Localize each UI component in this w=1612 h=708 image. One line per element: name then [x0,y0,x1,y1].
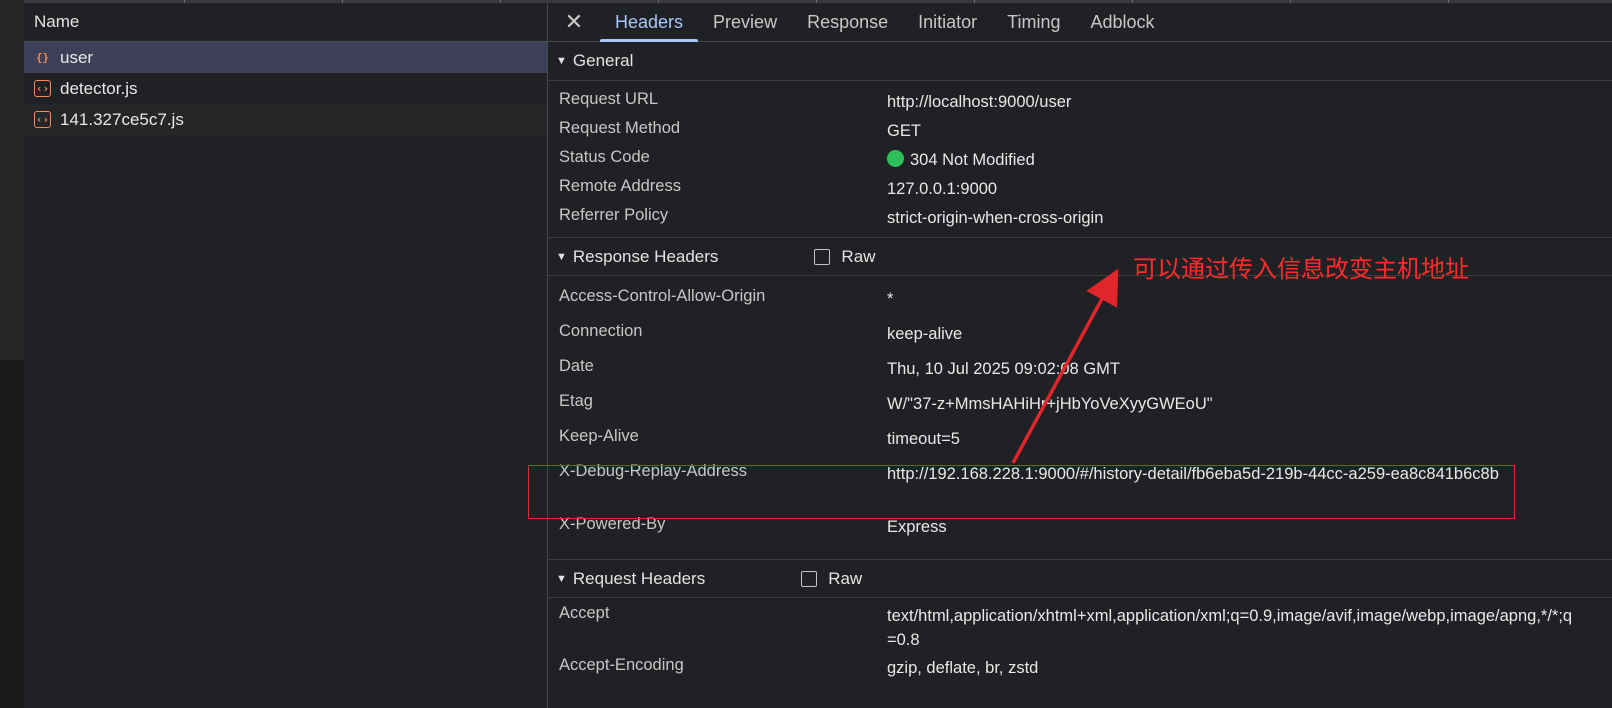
header-key: Accept-Encoding [559,656,684,674]
tab-headers[interactable]: Headers [600,3,699,42]
tab-adblock[interactable]: Adblock [1076,3,1170,41]
details-tabbar: ✕ Headers Preview Response Initiator Tim… [548,3,1612,42]
close-icon[interactable]: ✕ [548,3,600,41]
raw-label: Raw [828,568,863,588]
request-list: Name {} user ‹› detector.js ‹› 141.327ce… [24,3,548,708]
header-key: Referrer Policy [559,206,669,224]
request-details: ✕ Headers Preview Response Initiator Tim… [548,3,1612,708]
tab-initiator[interactable]: Initiator [903,3,992,41]
header-row: Keep-Alive timeout=5 [559,427,1612,462]
header-key: Connection [559,322,643,340]
general-rows: Request URL http://localhost:9000/user R… [548,81,1612,237]
header-row: Access-Control-Allow-Origin * [559,287,1612,322]
triangle-down-icon: ▼ [556,572,567,585]
header-key: Keep-Alive [559,427,639,445]
header-key: X-Debug-Replay-Address [559,462,748,480]
general-section-header[interactable]: ▼ General [548,42,1612,81]
raw-toggle[interactable]: Raw [814,247,875,267]
raw-toggle[interactable]: Raw [801,569,862,589]
header-key: Accept [559,604,610,622]
header-key: Request Method [559,119,681,137]
header-key: Remote Address [559,177,681,195]
header-value: 304 Not Modified [887,148,1577,172]
triangle-down-icon: ▼ [556,55,567,67]
request-header-rows: Accept text/html,application/xhtml+xml,a… [548,598,1612,686]
header-key: Request URL [559,90,659,108]
header-value: Thu, 10 Jul 2025 09:02:08 GMT [887,360,1120,378]
raw-checkbox[interactable] [801,570,818,587]
request-row-user[interactable]: {} user [24,42,547,73]
header-key: Access-Control-Allow-Origin [559,287,766,305]
header-row: Referrer Policy strict-origin-when-cross… [559,206,1612,235]
header-key: Etag [559,392,593,410]
tab-preview[interactable]: Preview [698,3,792,41]
response-header-rows: Access-Control-Allow-Origin * Connection… [548,276,1612,559]
header-row: X-Powered-By Express [559,515,1612,550]
js-icon: ‹› [34,80,51,97]
header-value: http://localhost:9000/user [887,93,1072,111]
header-row: Remote Address 127.0.0.1:9000 [559,177,1612,206]
header-value: * [887,290,894,308]
name-column-header[interactable]: Name [24,3,547,42]
status-ok-icon [887,150,904,167]
raw-label: Raw [841,246,876,266]
header-row: Request URL http://localhost:9000/user [559,90,1612,119]
request-name: user [60,47,94,67]
header-value: W/"37-z+MmsHAHiHr+jHbYoVeXyyGWEoU" [887,395,1213,413]
header-row: Etag W/"37-z+MmsHAHiHr+jHbYoVeXyyGWEoU" [559,392,1612,427]
raw-checkbox[interactable] [814,248,831,265]
request-row-chunk[interactable]: ‹› 141.327ce5c7.js [24,104,547,135]
tab-response[interactable]: Response [792,3,903,41]
header-value: timeout=5 [887,430,960,448]
header-value: strict-origin-when-cross-origin [887,209,1104,227]
status-text: 304 Not Modified [910,151,1035,169]
section-title: Request Headers [572,568,706,588]
header-key: X-Powered-By [559,515,666,533]
header-key: Date [559,357,594,375]
header-row: Accept-Encoding gzip, deflate, br, zstd [559,656,1612,686]
request-name: 141.327ce5c7.js [60,109,184,129]
header-row: Connection keep-alive [559,322,1612,357]
left-edge-strip [0,0,24,708]
header-row: Request Method GET [559,119,1612,148]
header-row: Accept text/html,application/xhtml+xml,a… [559,604,1612,656]
section-title: Response Headers [572,246,719,266]
header-value: http://192.168.228.1:9000/#/history-deta… [887,465,1499,483]
header-row: Date Thu, 10 Jul 2025 09:02:08 GMT [559,357,1612,392]
request-headers-section-header[interactable]: ▼ Request Headers Raw [548,559,1612,598]
header-row: Status Code 304 Not Modified [559,148,1612,177]
devtools-network-panel: Name {} user ‹› detector.js ‹› 141.327ce… [0,0,1612,708]
header-value: Express [887,518,947,536]
triangle-down-icon: ▼ [556,250,567,263]
header-value: gzip, deflate, br, zstd [887,659,1039,677]
request-name: detector.js [60,78,138,98]
annotation-text: 可以通过传入信息改变主机地址 [1133,255,1469,283]
header-value: 127.0.0.1:9000 [887,180,998,198]
header-value: GET [887,122,921,140]
json-icon: {} [35,51,50,64]
header-row-debug-replay: X-Debug-Replay-Address http://192.168.22… [559,462,1612,515]
js-icon: ‹› [34,111,51,128]
header-key: Status Code [559,148,650,166]
request-row-detector[interactable]: ‹› detector.js [24,73,547,104]
section-title: General [572,51,634,70]
tab-timing[interactable]: Timing [992,3,1075,41]
header-value: text/html,application/xhtml+xml,applicat… [887,607,1573,649]
header-value: keep-alive [887,325,963,343]
